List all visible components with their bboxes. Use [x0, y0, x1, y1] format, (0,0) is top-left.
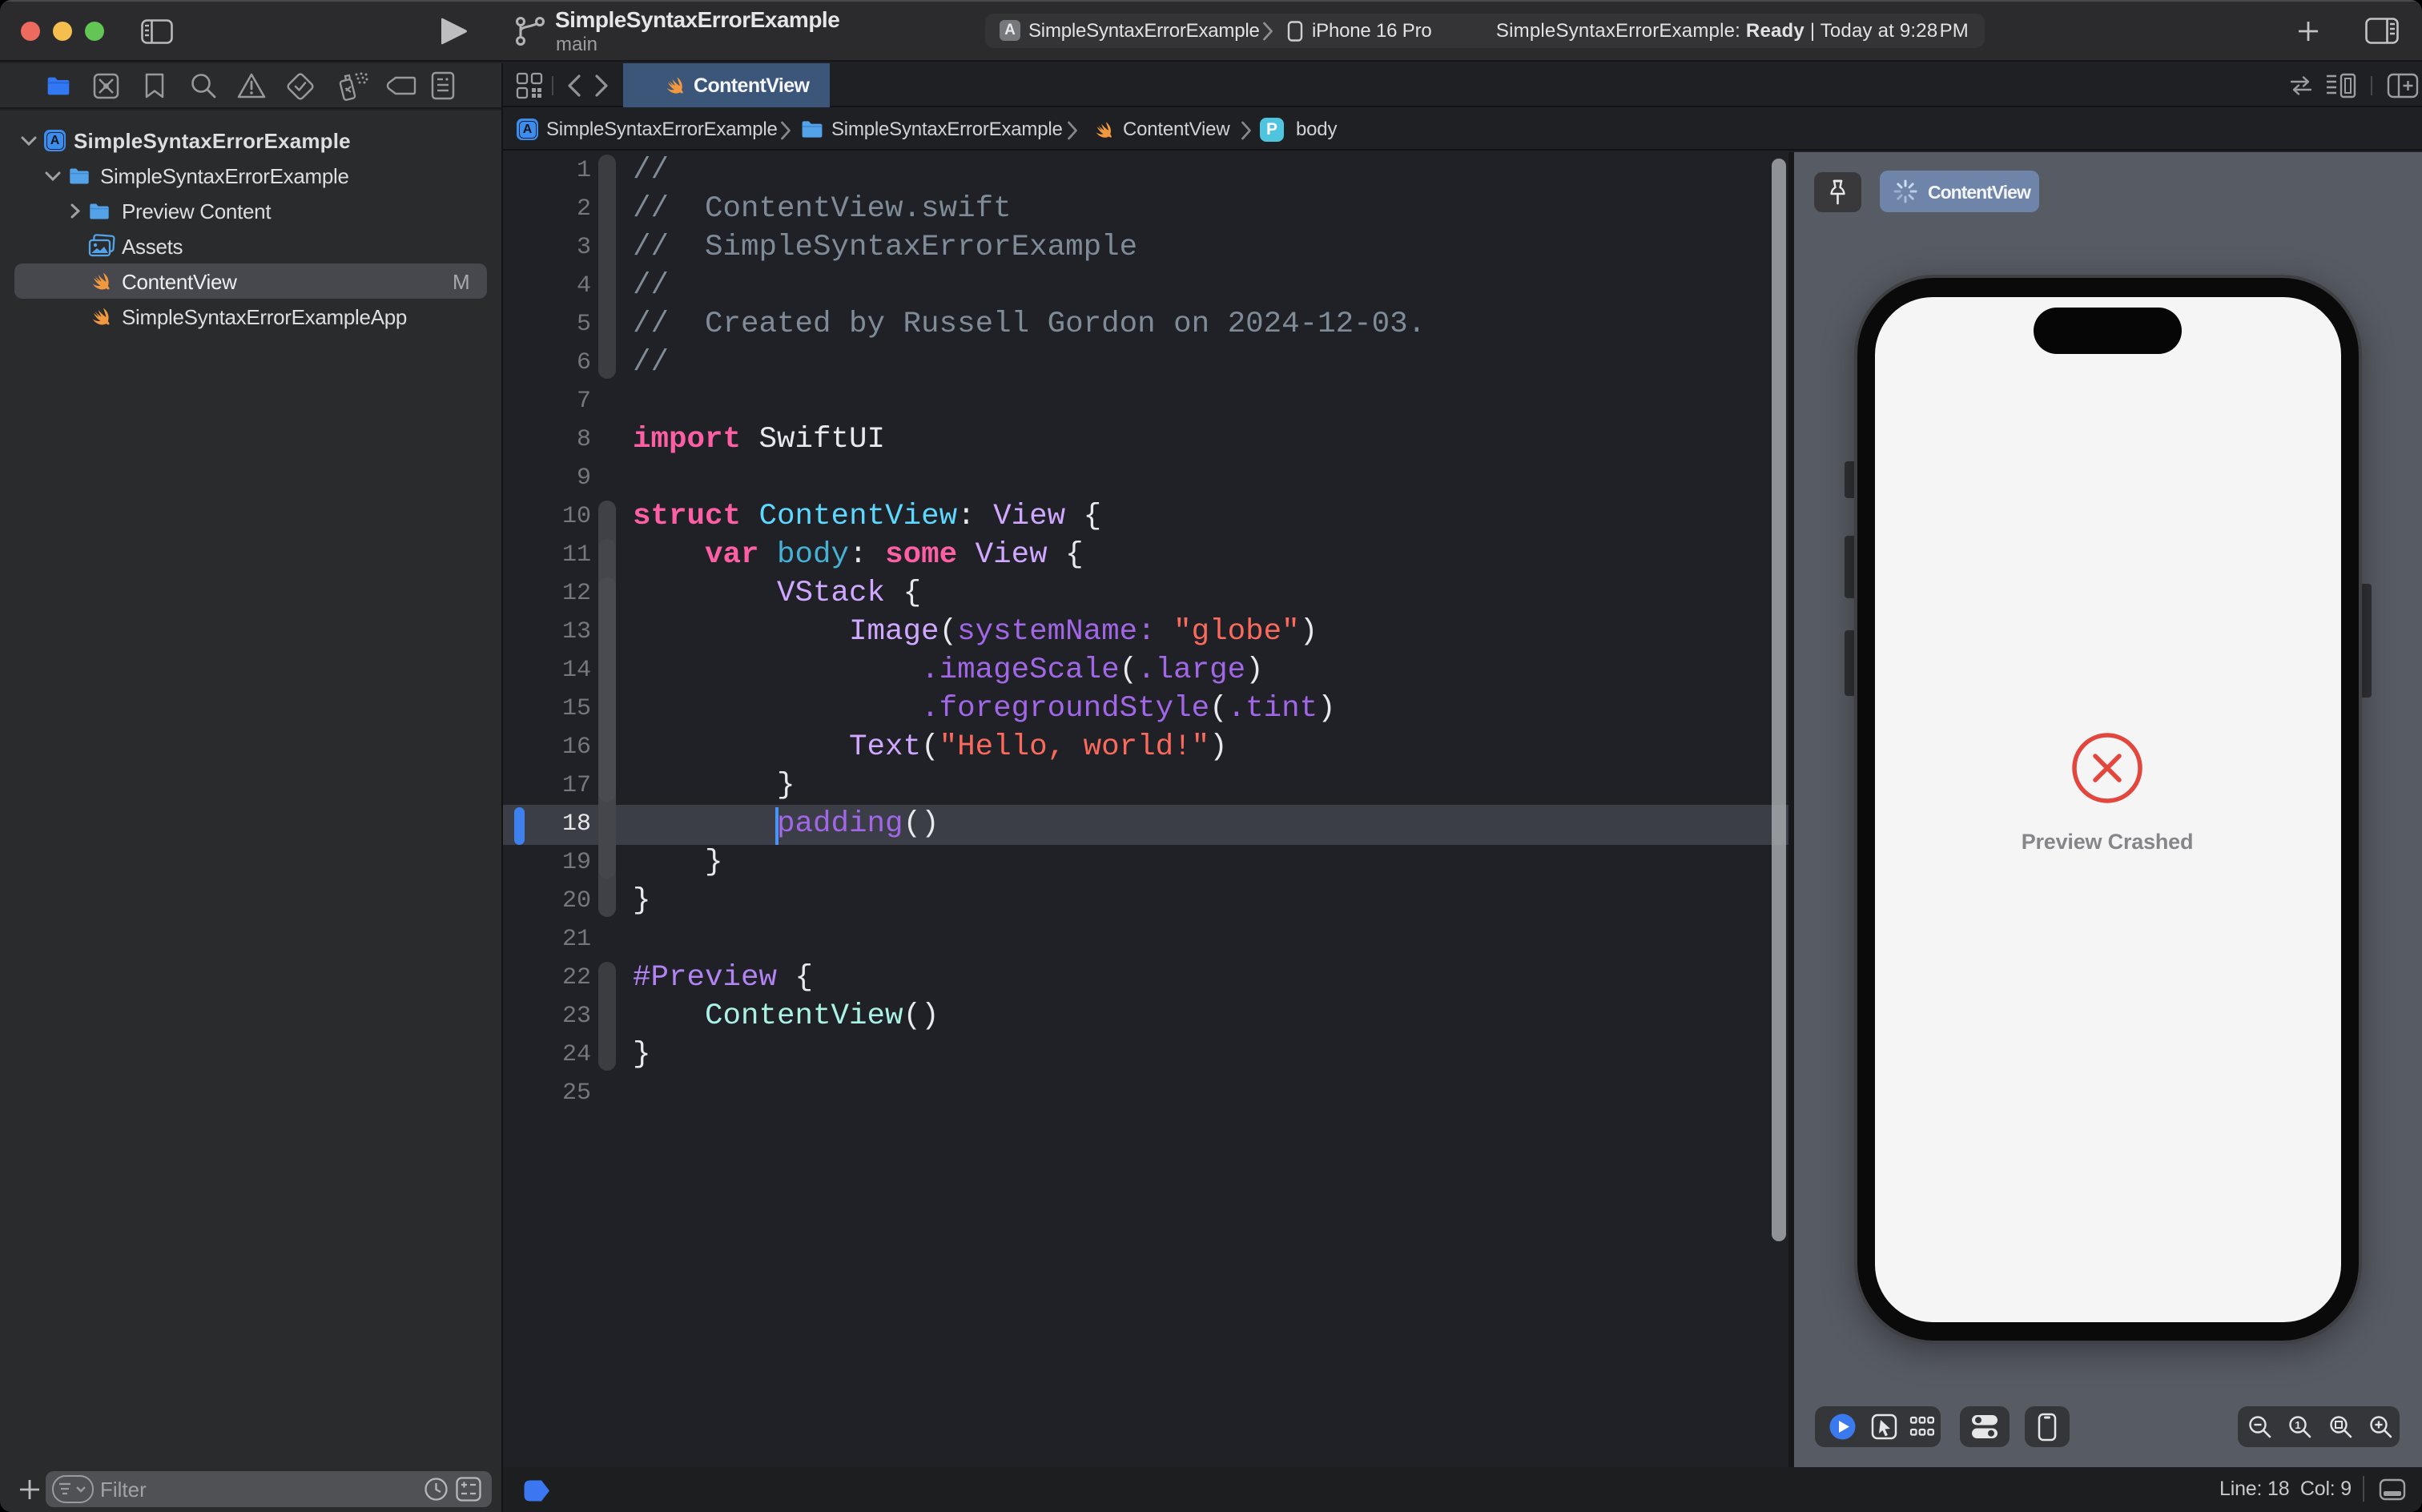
svg-text:1: 1 [2295, 1419, 2300, 1431]
